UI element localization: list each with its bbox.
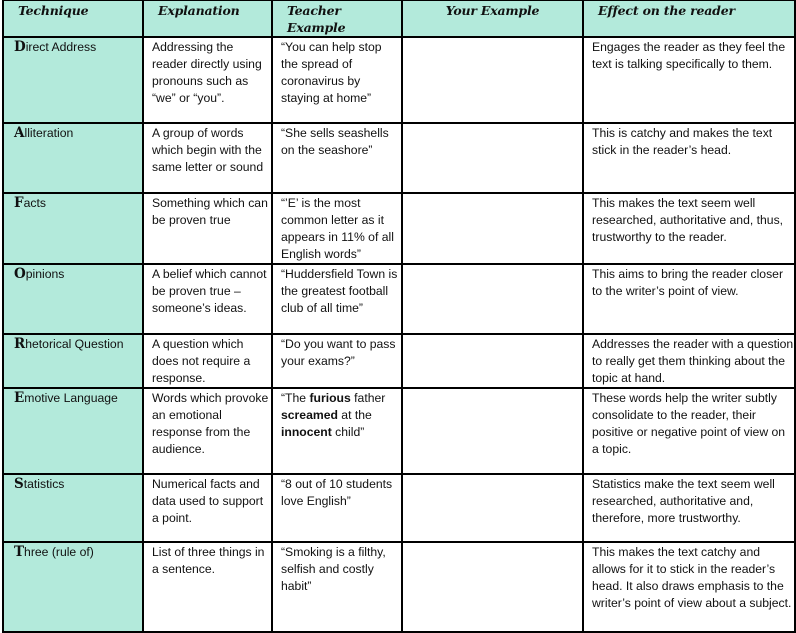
technique-initial: D	[14, 39, 26, 55]
table-row: Alliteration A group of words which begin…	[2, 122, 796, 194]
teacher-example-cell: “Smoking is a filthy, selfish and costly…	[271, 541, 403, 633]
technique-cell: Three (rule of)	[2, 541, 144, 633]
technique-initial: R	[14, 336, 26, 352]
technique-initial: T	[14, 544, 25, 560]
teacher-example-cell: “She sells seashells on the seashore”	[271, 122, 403, 194]
table-row: Emotive Language Words which provoke an e…	[2, 387, 796, 475]
your-example-cell[interactable]	[401, 122, 584, 194]
explanation-cell: List of three things in a sentence.	[142, 541, 273, 633]
effect-cell: Statistics make the text seem well resea…	[582, 473, 796, 543]
header-explanation: Explanation	[142, 0, 273, 38]
table-row: Opinions A belief which cannot be proven …	[2, 263, 796, 335]
your-example-cell[interactable]	[401, 473, 584, 543]
teacher-example-cell: “The furious father screamed at the inno…	[271, 387, 403, 475]
your-example-cell[interactable]	[401, 263, 584, 335]
explanation-cell: Addressing the reader directly using pro…	[142, 36, 273, 124]
technique-initial: E	[14, 390, 25, 406]
header-your-example: Your Example	[401, 0, 584, 38]
explanation-cell: A belief which cannot be proven true – s…	[142, 263, 273, 335]
technique-cell: Statistics	[2, 473, 144, 543]
technique-initial: O	[14, 266, 26, 282]
effect-cell: These words help the writer subtly conso…	[582, 387, 796, 475]
table-row: Three (rule of) List of three things in a…	[2, 541, 796, 633]
teacher-example-cell: “’E’ is the most common letter as it app…	[271, 192, 403, 265]
explanation-cell: Something which can be proven true	[142, 192, 273, 265]
technique-initial: F	[14, 195, 24, 211]
emphasized-word: innocent	[281, 425, 332, 439]
header-effect: Effect on the reader	[582, 0, 796, 38]
emphasized-word: screamed	[281, 408, 338, 422]
example-text: at the	[337, 408, 372, 422]
explanation-cell: Words which provoke an emotional respons…	[142, 387, 273, 475]
technique-name: pinions	[25, 267, 65, 281]
example-text: child”	[331, 425, 365, 439]
technique-cell: Alliteration	[2, 122, 144, 194]
header-teacher-example: Teacher Example	[271, 0, 403, 38]
effect-cell: This aims to bring the reader closer to …	[582, 263, 796, 335]
technique-name: hetorical Question	[25, 337, 124, 351]
your-example-cell[interactable]	[401, 192, 584, 265]
technique-cell: Emotive Language	[2, 387, 144, 475]
technique-name: hree (rule of)	[24, 545, 94, 559]
technique-name: motive Language	[24, 391, 118, 405]
teacher-example-cell: “Do you want to pass your exams?”	[271, 333, 403, 389]
your-example-cell[interactable]	[401, 333, 584, 389]
technique-name: acts	[23, 196, 46, 210]
table-row: Rhetorical Question A question which does…	[2, 333, 796, 389]
technique-name: lliteration	[24, 126, 74, 140]
example-text: “The	[281, 391, 310, 405]
emphasized-word: furious	[309, 391, 351, 405]
technique-cell: Facts	[2, 192, 144, 265]
header-technique: Technique	[2, 0, 144, 38]
technique-cell: Direct Address	[2, 36, 144, 124]
effect-cell: This makes the text catchy and allows fo…	[582, 541, 796, 633]
effect-cell: This makes the text seem well researched…	[582, 192, 796, 265]
technique-initial: A	[14, 125, 25, 141]
explanation-cell: Numerical facts and data used to support…	[142, 473, 273, 543]
teacher-example-cell: “Huddersfield Town is the greatest footb…	[271, 263, 403, 335]
technique-initial: S	[14, 476, 24, 492]
teacher-example-cell: “You can help stop the spread of coronav…	[271, 36, 403, 124]
effect-cell: Addresses the reader with a question to …	[582, 333, 796, 389]
effect-cell: This is catchy and makes the text stick …	[582, 122, 796, 194]
teacher-example-cell: “8 out of 10 students love English”	[271, 473, 403, 543]
explanation-cell: A group of words which begin with the sa…	[142, 122, 273, 194]
table-row: Facts Something which can be proven true “…	[2, 192, 796, 265]
your-example-cell[interactable]	[401, 36, 584, 124]
technique-cell: Rhetorical Question	[2, 333, 144, 389]
your-example-cell[interactable]	[401, 541, 584, 633]
technique-cell: Opinions	[2, 263, 144, 335]
table-row: Statistics Numerical facts and data used …	[2, 473, 796, 543]
technique-name: irect Address	[25, 40, 97, 54]
header-row: Technique Explanation Teacher Example Yo…	[2, 0, 796, 38]
explanation-cell: A question which does not require a resp…	[142, 333, 273, 389]
effect-cell: Engages the reader as they feel the text…	[582, 36, 796, 124]
your-example-cell[interactable]	[401, 387, 584, 475]
example-text: father	[350, 391, 386, 405]
table-row: Direct Address Addressing the reader dire…	[2, 36, 796, 124]
technique-name: tatistics	[23, 477, 65, 491]
persuasive-techniques-table: Technique Explanation Teacher Example Yo…	[2, 0, 796, 633]
